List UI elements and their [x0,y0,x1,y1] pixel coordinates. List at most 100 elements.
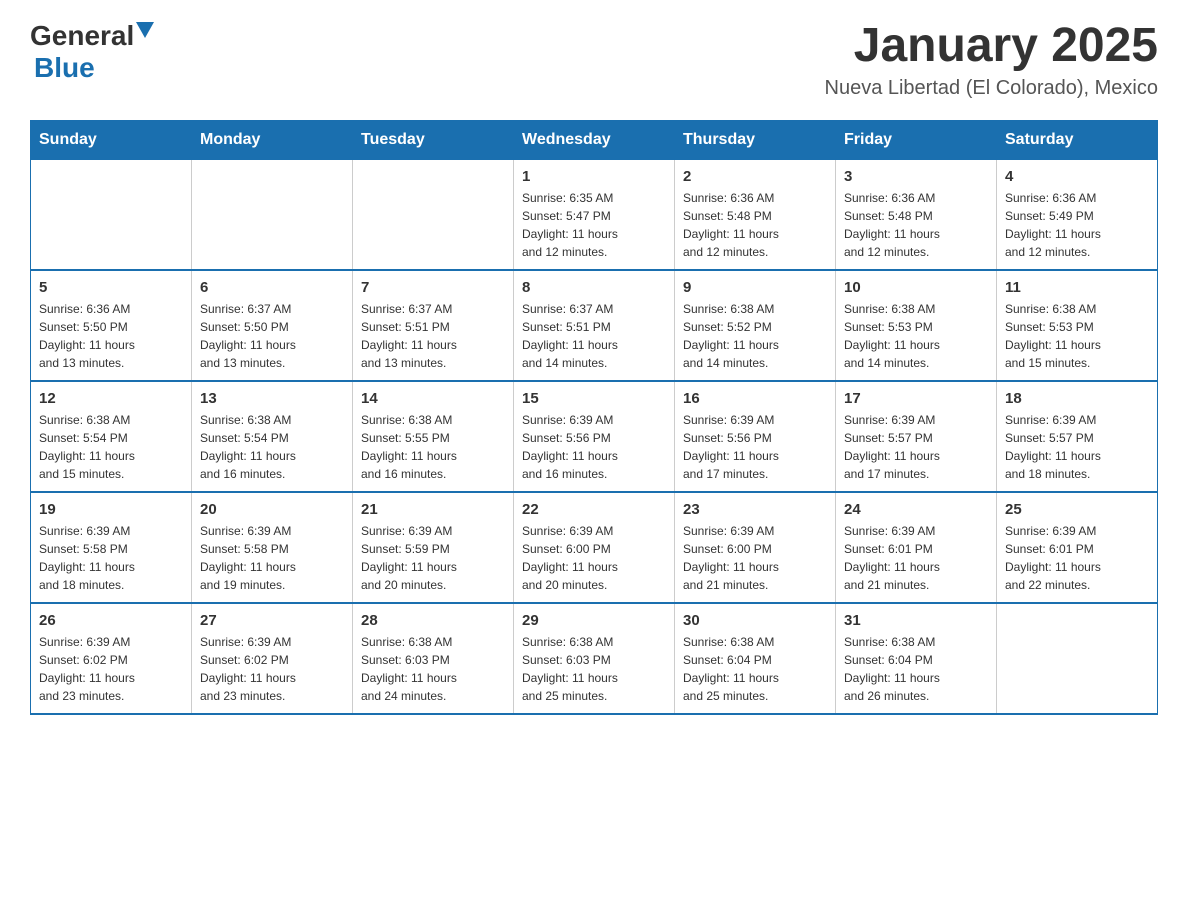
calendar-day-cell: 30Sunrise: 6:38 AM Sunset: 6:04 PM Dayli… [675,603,836,714]
day-of-week-header: Tuesday [353,120,514,159]
day-info: Sunrise: 6:39 AM Sunset: 5:59 PM Dayligh… [361,522,505,594]
calendar-day-cell: 19 Sunrise: 6:39 AM Sunset: 5:58 PM Dayli… [31,492,192,603]
day-number: 27 [200,612,344,629]
day-number: 21 [361,501,505,518]
calendar-day-cell: 11Sunrise: 6:38 AM Sunset: 5:53 PM Dayli… [997,270,1158,381]
day-number: 18 [1005,390,1149,407]
calendar-day-cell: 9 Sunrise: 6:38 AM Sunset: 5:52 PM Daylig… [675,270,836,381]
calendar-day-cell: 20 Sunrise: 6:39 AM Sunset: 5:58 PM Dayli… [192,492,353,603]
day-of-week-header: Saturday [997,120,1158,159]
day-number: 14 [361,390,505,407]
day-info: Sunrise: 6:39 AM Sunset: 5:57 PM Dayligh… [844,411,988,483]
day-number: 19 [39,501,183,518]
day-info: Sunrise: 6:38 AM Sunset: 5:52 PM Dayligh… [683,300,827,372]
calendar-day-cell: 4 Sunrise: 6:36 AM Sunset: 5:49 PM Daylig… [997,159,1158,270]
day-of-week-header: Thursday [675,120,836,159]
logo: General Blue [30,20,154,84]
day-number: 1 [522,168,666,185]
calendar-day-cell [31,159,192,270]
calendar-table: SundayMondayTuesdayWednesdayThursdayFrid… [30,120,1158,715]
day-info: Sunrise: 6:38 AM Sunset: 5:53 PM Dayligh… [844,300,988,372]
day-number: 2 [683,168,827,185]
day-number: 5 [39,279,183,296]
calendar-day-cell: 1Sunrise: 6:35 AM Sunset: 5:47 PM Daylig… [514,159,675,270]
day-info: Sunrise: 6:38 AM Sunset: 6:04 PM Dayligh… [683,633,827,705]
calendar-day-cell: 26Sunrise: 6:39 AM Sunset: 6:02 PM Dayli… [31,603,192,714]
day-number: 10 [844,279,988,296]
calendar-day-cell: 22Sunrise: 6:39 AM Sunset: 6:00 PM Dayli… [514,492,675,603]
calendar-week-row: 26Sunrise: 6:39 AM Sunset: 6:02 PM Dayli… [31,603,1158,714]
day-info: Sunrise: 6:37 AM Sunset: 5:51 PM Dayligh… [522,300,666,372]
day-of-week-header: Wednesday [514,120,675,159]
day-info: Sunrise: 6:39 AM Sunset: 6:02 PM Dayligh… [200,633,344,705]
day-info: Sunrise: 6:38 AM Sunset: 6:04 PM Dayligh… [844,633,988,705]
day-info: Sunrise: 6:37 AM Sunset: 5:51 PM Dayligh… [361,300,505,372]
day-number: 31 [844,612,988,629]
day-info: Sunrise: 6:36 AM Sunset: 5:50 PM Dayligh… [39,300,183,372]
calendar-week-row: 5 Sunrise: 6:36 AM Sunset: 5:50 PM Daylig… [31,270,1158,381]
calendar-day-cell: 25Sunrise: 6:39 AM Sunset: 6:01 PM Dayli… [997,492,1158,603]
calendar-day-cell: 14Sunrise: 6:38 AM Sunset: 5:55 PM Dayli… [353,381,514,492]
calendar-day-cell: 2 Sunrise: 6:36 AM Sunset: 5:48 PM Daylig… [675,159,836,270]
day-of-week-header: Sunday [31,120,192,159]
day-number: 20 [200,501,344,518]
day-info: Sunrise: 6:39 AM Sunset: 5:58 PM Dayligh… [200,522,344,594]
day-info: Sunrise: 6:36 AM Sunset: 5:48 PM Dayligh… [683,189,827,261]
calendar-day-cell: 29Sunrise: 6:38 AM Sunset: 6:03 PM Dayli… [514,603,675,714]
day-number: 16 [683,390,827,407]
day-info: Sunrise: 6:39 AM Sunset: 5:58 PM Dayligh… [39,522,183,594]
day-info: Sunrise: 6:39 AM Sunset: 5:56 PM Dayligh… [522,411,666,483]
calendar-day-cell [353,159,514,270]
calendar-day-cell [192,159,353,270]
day-number: 29 [522,612,666,629]
calendar-day-cell: 12 Sunrise: 6:38 AM Sunset: 5:54 PM Dayli… [31,381,192,492]
day-info: Sunrise: 6:39 AM Sunset: 6:01 PM Dayligh… [1005,522,1149,594]
day-number: 22 [522,501,666,518]
calendar-day-cell: 24 Sunrise: 6:39 AM Sunset: 6:01 PM Dayli… [836,492,997,603]
calendar-week-row: 12 Sunrise: 6:38 AM Sunset: 5:54 PM Dayli… [31,381,1158,492]
calendar-week-row: 1Sunrise: 6:35 AM Sunset: 5:47 PM Daylig… [31,159,1158,270]
calendar-day-cell: 3Sunrise: 6:36 AM Sunset: 5:48 PM Daylig… [836,159,997,270]
day-of-week-header: Friday [836,120,997,159]
calendar-day-cell: 21 Sunrise: 6:39 AM Sunset: 5:59 PM Dayli… [353,492,514,603]
day-info: Sunrise: 6:39 AM Sunset: 6:00 PM Dayligh… [683,522,827,594]
day-of-week-header: Monday [192,120,353,159]
day-number: 9 [683,279,827,296]
calendar-day-cell: 7 Sunrise: 6:37 AM Sunset: 5:51 PM Daylig… [353,270,514,381]
calendar-day-cell: 8 Sunrise: 6:37 AM Sunset: 5:51 PM Daylig… [514,270,675,381]
day-number: 17 [844,390,988,407]
calendar-day-cell: 16 Sunrise: 6:39 AM Sunset: 5:56 PM Dayli… [675,381,836,492]
day-info: Sunrise: 6:38 AM Sunset: 5:54 PM Dayligh… [200,411,344,483]
calendar-week-row: 19 Sunrise: 6:39 AM Sunset: 5:58 PM Dayli… [31,492,1158,603]
calendar-day-cell [997,603,1158,714]
logo-general-text: General [30,20,134,52]
month-title: January 2025 [825,20,1159,73]
day-number: 3 [844,168,988,185]
calendar-day-cell: 5 Sunrise: 6:36 AM Sunset: 5:50 PM Daylig… [31,270,192,381]
day-number: 28 [361,612,505,629]
day-number: 4 [1005,168,1149,185]
day-number: 8 [522,279,666,296]
location-title: Nueva Libertad (El Colorado), Mexico [825,77,1159,100]
day-number: 13 [200,390,344,407]
calendar-header-row: SundayMondayTuesdayWednesdayThursdayFrid… [31,120,1158,159]
day-info: Sunrise: 6:38 AM Sunset: 5:54 PM Dayligh… [39,411,183,483]
day-number: 23 [683,501,827,518]
calendar-day-cell: 27 Sunrise: 6:39 AM Sunset: 6:02 PM Dayli… [192,603,353,714]
calendar-day-cell: 23 Sunrise: 6:39 AM Sunset: 6:00 PM Dayli… [675,492,836,603]
day-info: Sunrise: 6:39 AM Sunset: 6:01 PM Dayligh… [844,522,988,594]
day-info: Sunrise: 6:38 AM Sunset: 5:53 PM Dayligh… [1005,300,1149,372]
day-info: Sunrise: 6:39 AM Sunset: 5:56 PM Dayligh… [683,411,827,483]
logo-blue-text: Blue [34,52,95,83]
calendar-day-cell: 10 Sunrise: 6:38 AM Sunset: 5:53 PM Dayli… [836,270,997,381]
day-info: Sunrise: 6:39 AM Sunset: 6:02 PM Dayligh… [39,633,183,705]
logo-triangle-icon [136,22,154,38]
day-number: 15 [522,390,666,407]
day-number: 7 [361,279,505,296]
day-number: 12 [39,390,183,407]
day-number: 24 [844,501,988,518]
day-info: Sunrise: 6:37 AM Sunset: 5:50 PM Dayligh… [200,300,344,372]
day-number: 6 [200,279,344,296]
calendar-day-cell: 28Sunrise: 6:38 AM Sunset: 6:03 PM Dayli… [353,603,514,714]
day-info: Sunrise: 6:36 AM Sunset: 5:49 PM Dayligh… [1005,189,1149,261]
